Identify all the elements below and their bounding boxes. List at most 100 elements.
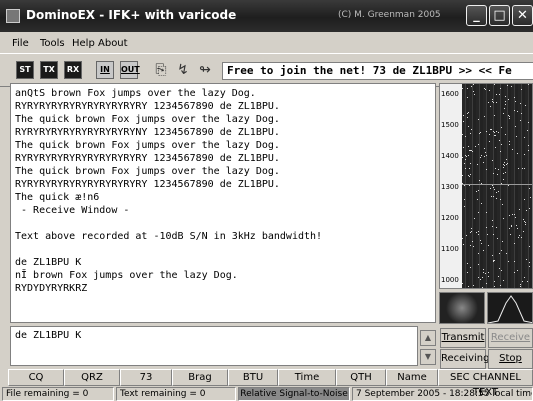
- macro-qrz[interactable]: QRZ: [64, 369, 120, 386]
- signal-speck: [520, 286, 521, 287]
- signal-speck: [503, 167, 504, 168]
- scroll-down-button[interactable]: ▼: [420, 349, 436, 365]
- signal-speck: [489, 90, 490, 91]
- signal-speck: [508, 99, 509, 100]
- signal-speck: [475, 146, 476, 147]
- signal-speck: [493, 196, 494, 197]
- signal-speck: [488, 245, 489, 246]
- close-button[interactable]: ✕: [512, 5, 533, 26]
- receive-line: The quick brown Fox jumps over the lazy …: [15, 114, 280, 125]
- signal-speck: [520, 284, 521, 285]
- signal-speck: [529, 246, 530, 247]
- minimize-button[interactable]: _: [466, 5, 487, 26]
- signal-speck: [463, 115, 464, 116]
- signal-speck: [497, 238, 498, 239]
- receive-line: de ZL1BPU K: [15, 257, 82, 268]
- macro-bar: CQ QRZ 73 Brag BTU Time QTH Name SEC CHA…: [0, 369, 533, 398]
- signal-speck: [482, 287, 483, 288]
- signal-speck: [506, 164, 507, 165]
- signal-speck: [462, 88, 463, 89]
- macro-qth[interactable]: QTH: [336, 369, 386, 386]
- signal-speck: [514, 110, 515, 111]
- signal-speck: [469, 176, 470, 177]
- tx-button[interactable]: TX: [40, 61, 58, 79]
- signal-speck: [511, 226, 512, 227]
- signal-speck: [494, 135, 495, 136]
- signal-speck: [462, 175, 463, 176]
- rx-tool-icon[interactable]: ↬: [196, 60, 214, 80]
- signal-speck: [481, 243, 482, 244]
- receive-line: - Receive Window -: [15, 205, 130, 216]
- scroll-up-button[interactable]: ▲: [420, 330, 436, 346]
- signal-speck: [526, 259, 527, 260]
- macro-time[interactable]: Time: [278, 369, 336, 386]
- signal-speck: [478, 234, 479, 235]
- signal-speck: [471, 129, 472, 130]
- signal-speck: [524, 199, 525, 200]
- datetime-status: 7 September 2005 - 18:28:55 local time: [352, 387, 533, 401]
- window-title: DominoEX - IFK+ with varicode: [26, 8, 237, 22]
- rx-button[interactable]: RX: [64, 61, 82, 79]
- receive-line: [15, 217, 431, 230]
- signal-speck: [480, 157, 481, 158]
- signal-speck: [499, 140, 500, 141]
- signal-speck: [509, 118, 510, 119]
- signal-speck: [496, 131, 497, 132]
- menu-about[interactable]: About: [98, 38, 128, 49]
- signal-speck: [521, 89, 522, 90]
- receive-line: RYRYRYRYRYRYRYRYRYRYRY 1234567890 de ZL1…: [15, 179, 280, 190]
- macro-brag[interactable]: Brag: [172, 369, 228, 386]
- macro-73[interactable]: 73: [120, 369, 172, 386]
- signal-speck: [486, 169, 487, 170]
- macro-sec-channel-text[interactable]: SEC CHANNEL TEXT: [438, 369, 533, 398]
- transmit-window[interactable]: de ZL1BPU K: [10, 326, 418, 366]
- ticker-text: Free to join the net! 73 de ZL1BPU >> <<…: [222, 62, 533, 80]
- signal-speck: [505, 104, 506, 105]
- transmit-button[interactable]: Transmit: [440, 328, 486, 348]
- signal-speck: [502, 241, 503, 242]
- paste-icon[interactable]: ⎘: [152, 60, 170, 80]
- signal-speck: [486, 212, 487, 213]
- signal-speck: [518, 168, 519, 169]
- macro-btu[interactable]: BTU: [228, 369, 278, 386]
- signal-speck: [523, 219, 524, 220]
- macro-name[interactable]: Name: [386, 369, 438, 386]
- signal-speck: [478, 190, 479, 191]
- signal-speck: [474, 94, 475, 95]
- menu-tools[interactable]: Tools: [40, 38, 65, 49]
- signal-speck: [522, 168, 523, 169]
- signal-speck: [467, 88, 468, 89]
- signal-speck: [515, 126, 516, 127]
- signal-speck: [480, 132, 481, 133]
- signal-speck: [503, 280, 504, 281]
- receive-window[interactable]: anQtS brown Fox jumps over the lazy Dog.…: [10, 83, 436, 323]
- signal-speck: [470, 232, 471, 233]
- waterfall-display[interactable]: 1600 1500 1400 1300 1200 1100 1000: [439, 83, 533, 289]
- signal-speck: [482, 277, 483, 278]
- maximize-button[interactable]: □: [489, 5, 510, 26]
- signal-speck: [469, 185, 470, 186]
- signal-speck: [478, 231, 479, 232]
- signal-speck: [500, 151, 501, 152]
- menu-file[interactable]: File: [12, 38, 29, 49]
- signal-speck: [525, 224, 526, 225]
- signal-speck: [529, 188, 530, 189]
- output-button[interactable]: OUT: [120, 61, 140, 79]
- signal-speck: [468, 146, 469, 147]
- start-button[interactable]: ST: [16, 61, 34, 79]
- input-button[interactable]: IN: [96, 61, 114, 79]
- signal-speck: [488, 272, 489, 273]
- signal-speck: [496, 192, 497, 193]
- stop-button[interactable]: Stop: [488, 349, 533, 369]
- signal-speck: [490, 188, 491, 189]
- tx-tool-icon[interactable]: ↯: [174, 60, 192, 80]
- signal-speck: [503, 113, 504, 114]
- receive-line: nĬ brown Fox jumps over the lazy Dog.: [15, 270, 238, 281]
- macro-cq[interactable]: CQ: [8, 369, 64, 386]
- receive-button[interactable]: Receive: [488, 328, 533, 348]
- signal-speck: [470, 267, 471, 268]
- signal-speck: [515, 101, 516, 102]
- menu-help[interactable]: Help: [72, 38, 95, 49]
- signal-speck: [476, 232, 477, 233]
- signal-speck: [464, 185, 465, 186]
